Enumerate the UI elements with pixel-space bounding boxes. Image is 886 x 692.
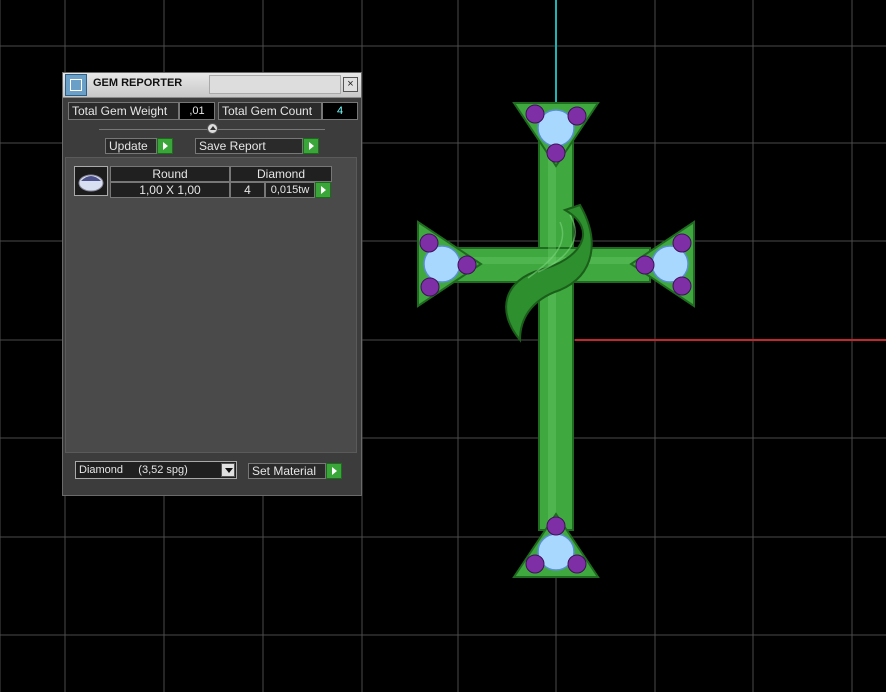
- close-icon[interactable]: ×: [343, 77, 358, 92]
- panel-titlebar[interactable]: GEM REPORTER ×: [63, 73, 361, 98]
- left-prong-top: [419, 233, 439, 253]
- gem-reporter-icon: [65, 74, 87, 96]
- total-gem-count-value: 4: [322, 102, 358, 120]
- total-gem-count-label: Total Gem Count: [218, 102, 322, 120]
- material-select-value: Diamond (3,52 spg): [79, 464, 188, 476]
- row-expand-arrow-icon[interactable]: [315, 182, 331, 198]
- gem-reporter-panel: GEM REPORTER × Total Gem Weight ,01 Tota…: [62, 72, 362, 496]
- right-prong-left: [635, 255, 655, 275]
- left-prong-right: [457, 255, 477, 275]
- gem-list: Round Diamond 1,00 X 1,00 4 0,015tw: [65, 157, 357, 453]
- set-material-button[interactable]: Set Material: [248, 463, 326, 479]
- save-report-arrow-icon[interactable]: [303, 138, 319, 154]
- panel-title: GEM REPORTER: [93, 77, 183, 89]
- gem-size-cell: 1,00 X 1,00: [110, 182, 230, 198]
- gem-count-cell: 4: [230, 182, 265, 198]
- bottom-prong-right: [567, 554, 587, 574]
- set-material-arrow-icon[interactable]: [326, 463, 342, 479]
- shape-column-header: Round: [110, 166, 230, 182]
- update-button[interactable]: Update: [105, 138, 157, 154]
- left-prong-bottom: [420, 277, 440, 297]
- top-prong-bottom: [546, 143, 566, 163]
- update-arrow-icon[interactable]: [157, 138, 173, 154]
- top-prong-left: [525, 104, 545, 124]
- total-gem-weight-value: ,01: [179, 102, 215, 120]
- collapse-knob-icon[interactable]: [207, 123, 218, 134]
- right-prong-bottom: [672, 276, 692, 296]
- cross-vertical-highlight: [548, 140, 556, 520]
- round-gem-icon[interactable]: [74, 166, 108, 196]
- total-gem-weight-label: Total Gem Weight: [68, 102, 179, 120]
- chevron-down-icon[interactable]: [221, 463, 235, 477]
- material-column-header: Diamond: [230, 166, 332, 182]
- material-select[interactable]: Diamond (3,52 spg): [75, 461, 237, 479]
- bottom-prong-left: [525, 554, 545, 574]
- bottom-prong-top: [546, 516, 566, 536]
- top-prong-right: [567, 106, 587, 126]
- gem-weight-cell: 0,015tw: [265, 182, 315, 198]
- save-report-button[interactable]: Save Report: [195, 138, 303, 154]
- right-prong-top: [672, 233, 692, 253]
- titlebar-drag-area[interactable]: [209, 75, 341, 94]
